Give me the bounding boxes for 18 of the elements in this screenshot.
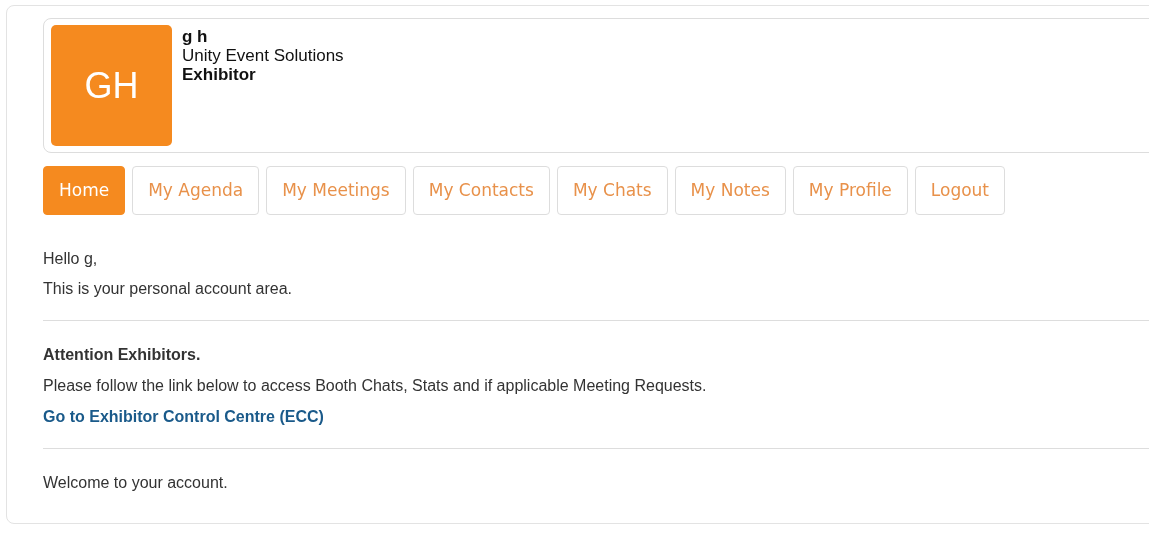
user-role: Exhibitor — [182, 65, 257, 84]
nav-tab[interactable]: Home — [43, 166, 126, 215]
nav-tab[interactable]: My Contacts — [412, 166, 550, 215]
attention-text: Please follow the link below to access Booth Chats, Stats and if applicable Meeting Requests. — [43, 376, 708, 396]
intro-text: This is your personal account area. — [43, 279, 293, 299]
nav-tab[interactable]: My Agenda — [132, 166, 260, 215]
greeting-text: Hello g, — [43, 249, 99, 269]
company-name: Unity Event Solutions — [182, 46, 344, 65]
nav-tab[interactable]: My Meetings — [266, 166, 406, 215]
nav-tab[interactable]: My Notes — [674, 166, 786, 215]
avatar: GH — [51, 25, 172, 146]
nav-tab[interactable]: My Chats — [556, 166, 668, 215]
nav-tab[interactable]: Logout — [914, 166, 1006, 215]
attention-heading: Attention Exhibitors. — [43, 345, 202, 365]
welcome-text: Welcome to your account. — [43, 473, 229, 493]
ecc-link[interactable]: Go to Exhibitor Control Centre (ECC) — [43, 407, 324, 427]
user-name: g h — [182, 27, 209, 46]
nav-tab[interactable]: My Profile — [792, 166, 908, 215]
